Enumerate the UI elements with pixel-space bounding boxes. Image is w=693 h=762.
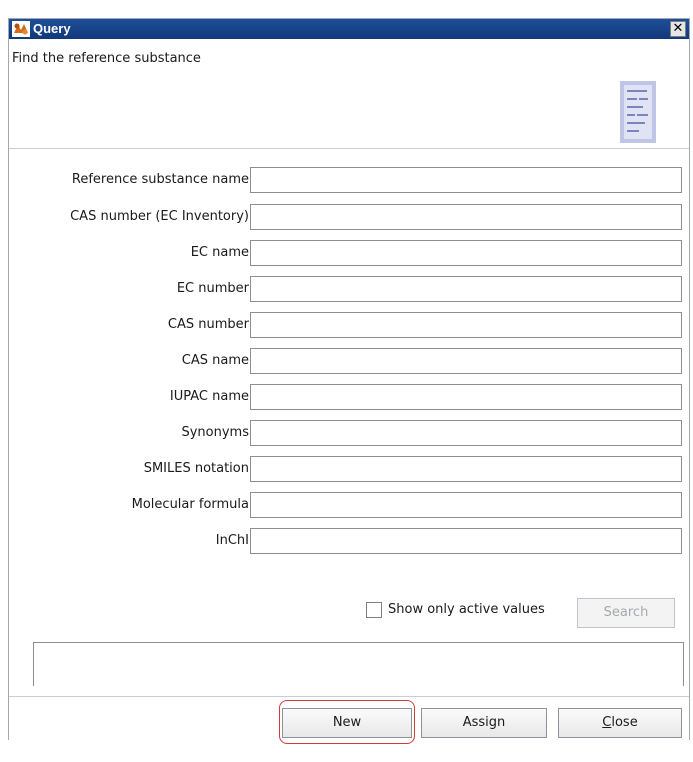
field-cas-name: CAS name xyxy=(9,346,689,374)
field-inchi: InChI xyxy=(9,526,689,554)
cas-name-input[interactable] xyxy=(250,348,682,374)
field-cas-number-ec-inventory: CAS number (EC Inventory) xyxy=(9,202,689,230)
field-label: InChI xyxy=(215,533,249,548)
cas-number-input[interactable] xyxy=(250,312,682,338)
field-label: Molecular formula xyxy=(131,497,249,512)
title-bar[interactable]: Query ✕ xyxy=(9,19,689,39)
assign-button[interactable]: Assign xyxy=(421,708,547,738)
field-label: EC name xyxy=(190,245,249,260)
field-synonyms: Synonyms xyxy=(9,418,689,446)
field-ec-name: EC name xyxy=(9,238,689,266)
molecular-formula-input[interactable] xyxy=(250,492,682,518)
close-mnemonic: C xyxy=(602,715,612,730)
reference-substance-name-input[interactable] xyxy=(250,167,682,193)
header-description: Find the reference substance xyxy=(12,51,201,66)
field-label: CAS name xyxy=(181,353,249,368)
field-label: Synonyms xyxy=(181,425,249,440)
search-form: Reference substance name CAS number (EC … xyxy=(9,150,689,686)
show-only-active-label: Show only active values xyxy=(388,602,545,617)
results-area[interactable] xyxy=(33,642,684,686)
field-reference-substance-name: Reference substance name xyxy=(9,165,689,193)
close-button[interactable]: Close xyxy=(558,708,682,738)
field-label: CAS number (EC Inventory) xyxy=(70,209,249,224)
field-label: SMILES notation xyxy=(143,461,249,476)
ec-number-input[interactable] xyxy=(250,276,682,302)
ec-name-input[interactable] xyxy=(250,240,682,266)
field-ec-number: EC number xyxy=(9,274,689,302)
dialog-header: Find the reference substance xyxy=(9,39,689,149)
close-label-rest: lose xyxy=(611,715,638,730)
show-only-active-checkbox[interactable] xyxy=(366,602,382,618)
field-iupac-name: IUPAC name xyxy=(9,382,689,410)
field-label: EC number xyxy=(176,281,249,296)
field-smiles-notation: SMILES notation xyxy=(9,454,689,482)
field-label: CAS number xyxy=(167,317,249,332)
search-button[interactable]: Search xyxy=(577,598,675,628)
window-close-icon[interactable]: ✕ xyxy=(670,21,686,37)
field-molecular-formula: Molecular formula xyxy=(9,490,689,518)
field-label: IUPAC name xyxy=(169,389,249,404)
synonyms-input[interactable] xyxy=(250,420,682,446)
window-title: Query xyxy=(33,21,71,36)
new-button[interactable]: New xyxy=(282,708,412,738)
dialog-footer: New Assign Close xyxy=(9,696,689,744)
field-label: Reference substance name xyxy=(71,172,249,187)
inchi-input[interactable] xyxy=(250,528,682,554)
app-logo-icon xyxy=(12,21,30,37)
cas-number-ec-inventory-input[interactable] xyxy=(250,204,682,230)
query-dialog: Query ✕ Find the reference substance Ref… xyxy=(8,18,690,744)
document-list-icon xyxy=(620,81,656,143)
smiles-notation-input[interactable] xyxy=(250,456,682,482)
field-cas-number: CAS number xyxy=(9,310,689,338)
iupac-name-input[interactable] xyxy=(250,384,682,410)
